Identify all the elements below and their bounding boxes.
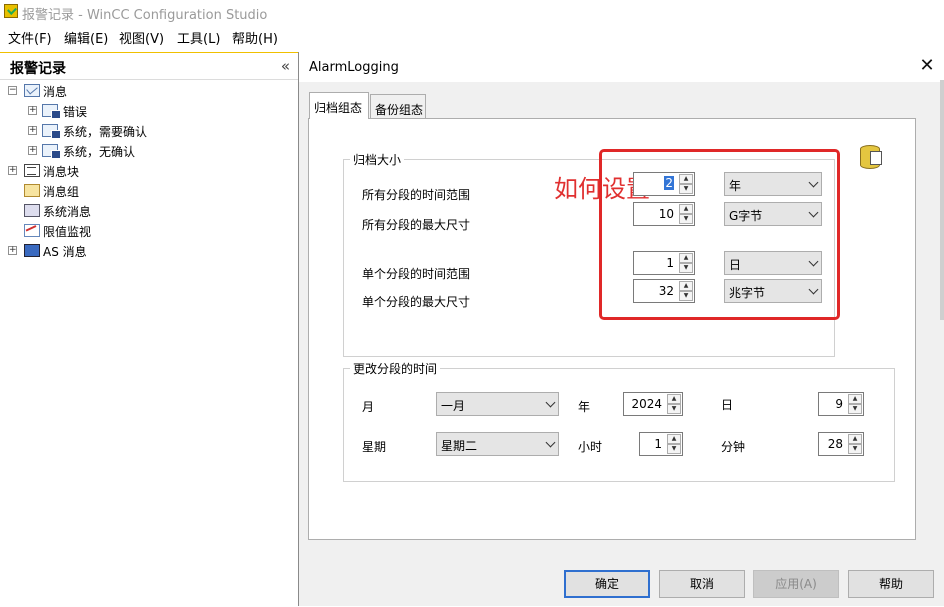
spinner-value: 9 (835, 397, 843, 411)
hour-spinner[interactable]: 1 ▲ ▼ (639, 432, 683, 456)
chevron-down-icon (545, 437, 556, 448)
spinner-value: 1 (654, 437, 662, 451)
spinner-value: 28 (827, 437, 843, 451)
spin-down-icon[interactable]: ▼ (667, 404, 681, 414)
minute-label: 分钟 (721, 440, 746, 454)
weekday-select: 星期二 (436, 432, 559, 456)
spin-up-icon[interactable]: ▲ (848, 394, 862, 404)
hour-label: 小时 (578, 440, 603, 454)
app-title: 报警记录 - WinCC Configuration Studio (22, 8, 268, 23)
tree-item-label: 系统，无确认 (63, 145, 136, 159)
field-label: 所有分段的时间范围 (362, 188, 471, 202)
message-db-icon (42, 144, 61, 159)
spin-down-icon[interactable]: ▼ (667, 444, 681, 454)
year-spinner[interactable]: 2024 ▲ ▼ (623, 392, 683, 416)
tree-item-label: 消息块 (43, 165, 80, 179)
help-button[interactable]: 帮助 (848, 570, 934, 598)
dialog-title: AlarmLogging (309, 60, 399, 75)
year-label: 年 (578, 400, 591, 414)
spin-down-icon[interactable]: ▼ (848, 444, 862, 454)
message-group-icon (24, 184, 40, 197)
spin-down-icon[interactable]: ▼ (848, 404, 862, 414)
menu-help[interactable]: 帮助(H) (232, 28, 278, 47)
app-titlebar: 报警记录 - WinCC Configuration Studio (0, 0, 944, 24)
tree-item-label: 系统，需要确认 (63, 125, 148, 139)
message-icon (24, 84, 40, 97)
cancel-button[interactable]: 取消 (659, 570, 745, 598)
tree-item-label: 限值监视 (43, 225, 92, 239)
select-value: 一月 (441, 399, 466, 413)
day-label: 日 (721, 398, 734, 412)
group-legend: 归档大小 (350, 151, 405, 168)
menu-view[interactable]: 视图(V) (119, 28, 164, 47)
navigation-pane: 报警记录 « − 消息 + 错误 + 系统，需要确认 + 系统，无确认 + 消息… (0, 52, 298, 607)
pane-title: 报警记录 (10, 61, 66, 77)
expand-icon[interactable]: + (28, 126, 37, 135)
spin-up-icon[interactable]: ▲ (667, 434, 681, 444)
limit-monitor-icon (24, 224, 40, 237)
expand-icon[interactable]: + (8, 246, 17, 255)
menu-file[interactable]: 文件(F) (8, 28, 52, 47)
field-label: 单个分段的时间范围 (362, 267, 471, 281)
chevron-down-icon (545, 397, 556, 408)
close-icon[interactable]: ✕ (916, 55, 938, 77)
annotation-highlight-box (599, 149, 840, 320)
day-spinner[interactable]: 9 ▲ ▼ (818, 392, 864, 416)
collapse-pane-icon[interactable]: « (281, 57, 290, 75)
collapse-icon[interactable]: − (8, 86, 17, 95)
group-legend: 更改分段的时间 (350, 360, 441, 377)
message-db-icon (42, 104, 61, 119)
expand-icon[interactable]: + (28, 146, 37, 155)
field-label: 单个分段的最大尺寸 (362, 295, 471, 309)
tree-item-label: 错误 (63, 105, 88, 119)
tab-backup-config[interactable]: 备份组态 (370, 94, 426, 118)
menu-bar: 文件(F) 编辑(E) 视图(V) 工具(L) 帮助(H) (0, 24, 944, 48)
as-message-icon (24, 244, 40, 257)
message-block-icon (24, 164, 40, 177)
expand-icon[interactable]: + (8, 166, 17, 175)
change-segment-time-group: 更改分段的时间 (343, 360, 895, 482)
spin-up-icon[interactable]: ▲ (848, 434, 862, 444)
dialog-titlebar: AlarmLogging ✕ (299, 52, 944, 82)
apply-button[interactable]: 应用(A) (753, 570, 839, 598)
tree-item-label: 消息组 (43, 185, 80, 199)
minute-spinner[interactable]: 28 ▲ ▼ (818, 432, 864, 456)
select-value: 星期二 (441, 439, 478, 453)
app-icon (4, 4, 18, 18)
tree-item-label: 系统消息 (43, 205, 92, 219)
menu-tools[interactable]: 工具(L) (177, 28, 220, 47)
tab-page: 如何设置 归档大小 所有分段的时间范围 2 ▲ ▼ 年 所有分段的最大尺寸 10 … (308, 118, 916, 540)
weekday-label: 星期 (362, 440, 387, 454)
archive-database-icon[interactable] (858, 141, 888, 173)
message-db-icon (42, 124, 61, 139)
month-label: 月 (362, 400, 375, 414)
tree-item-label: 消息 (43, 85, 68, 99)
scrollbar[interactable] (940, 80, 944, 320)
field-label: 所有分段的最大尺寸 (362, 218, 471, 232)
ok-button[interactable]: 确定 (564, 570, 650, 598)
spinner-value: 2024 (631, 397, 662, 411)
menu-edit[interactable]: 编辑(E) (64, 28, 108, 47)
pane-header: 报警记录 « (0, 53, 298, 80)
month-select: 一月 (436, 392, 559, 416)
expand-icon[interactable]: + (28, 106, 37, 115)
spin-up-icon[interactable]: ▲ (667, 394, 681, 404)
tab-archive-config[interactable]: 归档组态 (309, 92, 369, 119)
alarm-logging-dialog: AlarmLogging ✕ 归档组态 备份组态 如何设置 归档大小 所有分段的… (298, 52, 944, 606)
tree-item-label: AS 消息 (43, 245, 87, 259)
system-message-icon (24, 204, 40, 217)
